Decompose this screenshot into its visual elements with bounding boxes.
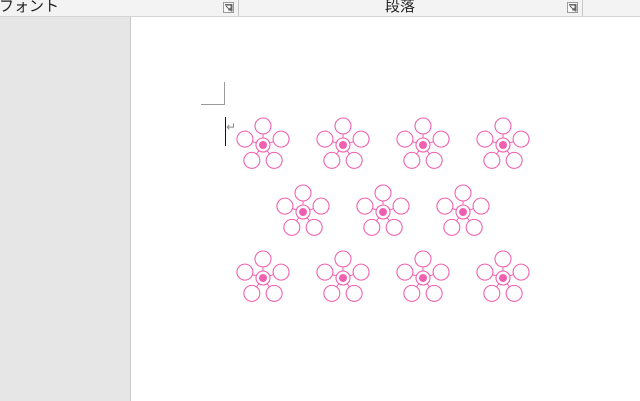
flower-petal <box>312 197 330 215</box>
flower-center-dot <box>419 141 427 149</box>
flower-petal <box>443 218 461 236</box>
flower-petal <box>323 284 341 302</box>
flower-shape[interactable] <box>396 117 450 169</box>
flower-petal <box>316 130 334 148</box>
flower-petal <box>356 197 374 215</box>
flower-petal <box>403 284 421 302</box>
flower-shape[interactable] <box>316 250 370 302</box>
flower-petal <box>414 117 432 135</box>
flower-center-dot <box>419 274 427 282</box>
flower-petal <box>363 218 381 236</box>
flower-petal <box>334 250 352 268</box>
flower-petal <box>352 130 370 148</box>
flower-petal <box>396 130 414 148</box>
flower-shape[interactable] <box>316 117 370 169</box>
flower-petal <box>403 151 421 169</box>
flower-petal <box>265 151 283 169</box>
flower-petal <box>385 218 403 236</box>
flower-petal <box>294 184 312 202</box>
flower-shape[interactable] <box>236 250 290 302</box>
flower-petal <box>505 284 523 302</box>
flower-shape[interactable] <box>276 184 330 236</box>
flower-shape[interactable] <box>476 117 530 169</box>
flower-petal <box>512 130 530 148</box>
flower-center-dot <box>259 274 267 282</box>
flower-petal <box>272 130 290 148</box>
flower-petal <box>494 117 512 135</box>
flower-petal <box>334 117 352 135</box>
flower-petal <box>345 284 363 302</box>
flower-petal <box>283 218 301 236</box>
flower-petal <box>236 130 254 148</box>
flower-center-dot <box>379 208 387 216</box>
flower-petal <box>305 218 323 236</box>
flower-petal <box>392 197 410 215</box>
flower-petal <box>454 184 472 202</box>
flower-petal <box>323 151 341 169</box>
flower-petal <box>254 117 272 135</box>
flower-petal <box>432 130 450 148</box>
flower-petal <box>505 151 523 169</box>
flower-petal <box>254 250 272 268</box>
flower-pattern <box>236 117 530 302</box>
flower-petal <box>512 263 530 281</box>
flower-petal <box>352 263 370 281</box>
flower-petal <box>432 263 450 281</box>
flower-shape[interactable] <box>356 184 410 236</box>
flower-center-dot <box>459 208 467 216</box>
flower-petal <box>374 184 392 202</box>
flower-center-dot <box>499 274 507 282</box>
flower-petal <box>396 263 414 281</box>
flower-shape[interactable] <box>436 184 490 236</box>
flower-center-dot <box>259 141 267 149</box>
flower-petal <box>465 218 483 236</box>
flower-petal <box>472 197 490 215</box>
flower-petal <box>243 284 261 302</box>
flower-shape[interactable] <box>236 117 290 169</box>
flower-petal <box>276 197 294 215</box>
flower-petal <box>316 263 334 281</box>
flower-center-dot <box>299 208 307 216</box>
flower-petal <box>265 284 283 302</box>
flower-petal <box>476 130 494 148</box>
flower-center-dot <box>339 141 347 149</box>
flower-center-dot <box>499 141 507 149</box>
flower-center-dot <box>339 274 347 282</box>
flower-petal <box>436 197 454 215</box>
flower-petal <box>414 250 432 268</box>
flower-petal <box>243 151 261 169</box>
flower-shape[interactable] <box>476 250 530 302</box>
flower-petal <box>425 151 443 169</box>
flower-petal <box>272 263 290 281</box>
flower-petal <box>494 250 512 268</box>
flower-petal <box>425 284 443 302</box>
flower-petal <box>476 263 494 281</box>
flower-petal <box>483 151 501 169</box>
flower-petal <box>236 263 254 281</box>
flower-petal <box>345 151 363 169</box>
flower-petal <box>483 284 501 302</box>
flower-shape[interactable] <box>396 250 450 302</box>
